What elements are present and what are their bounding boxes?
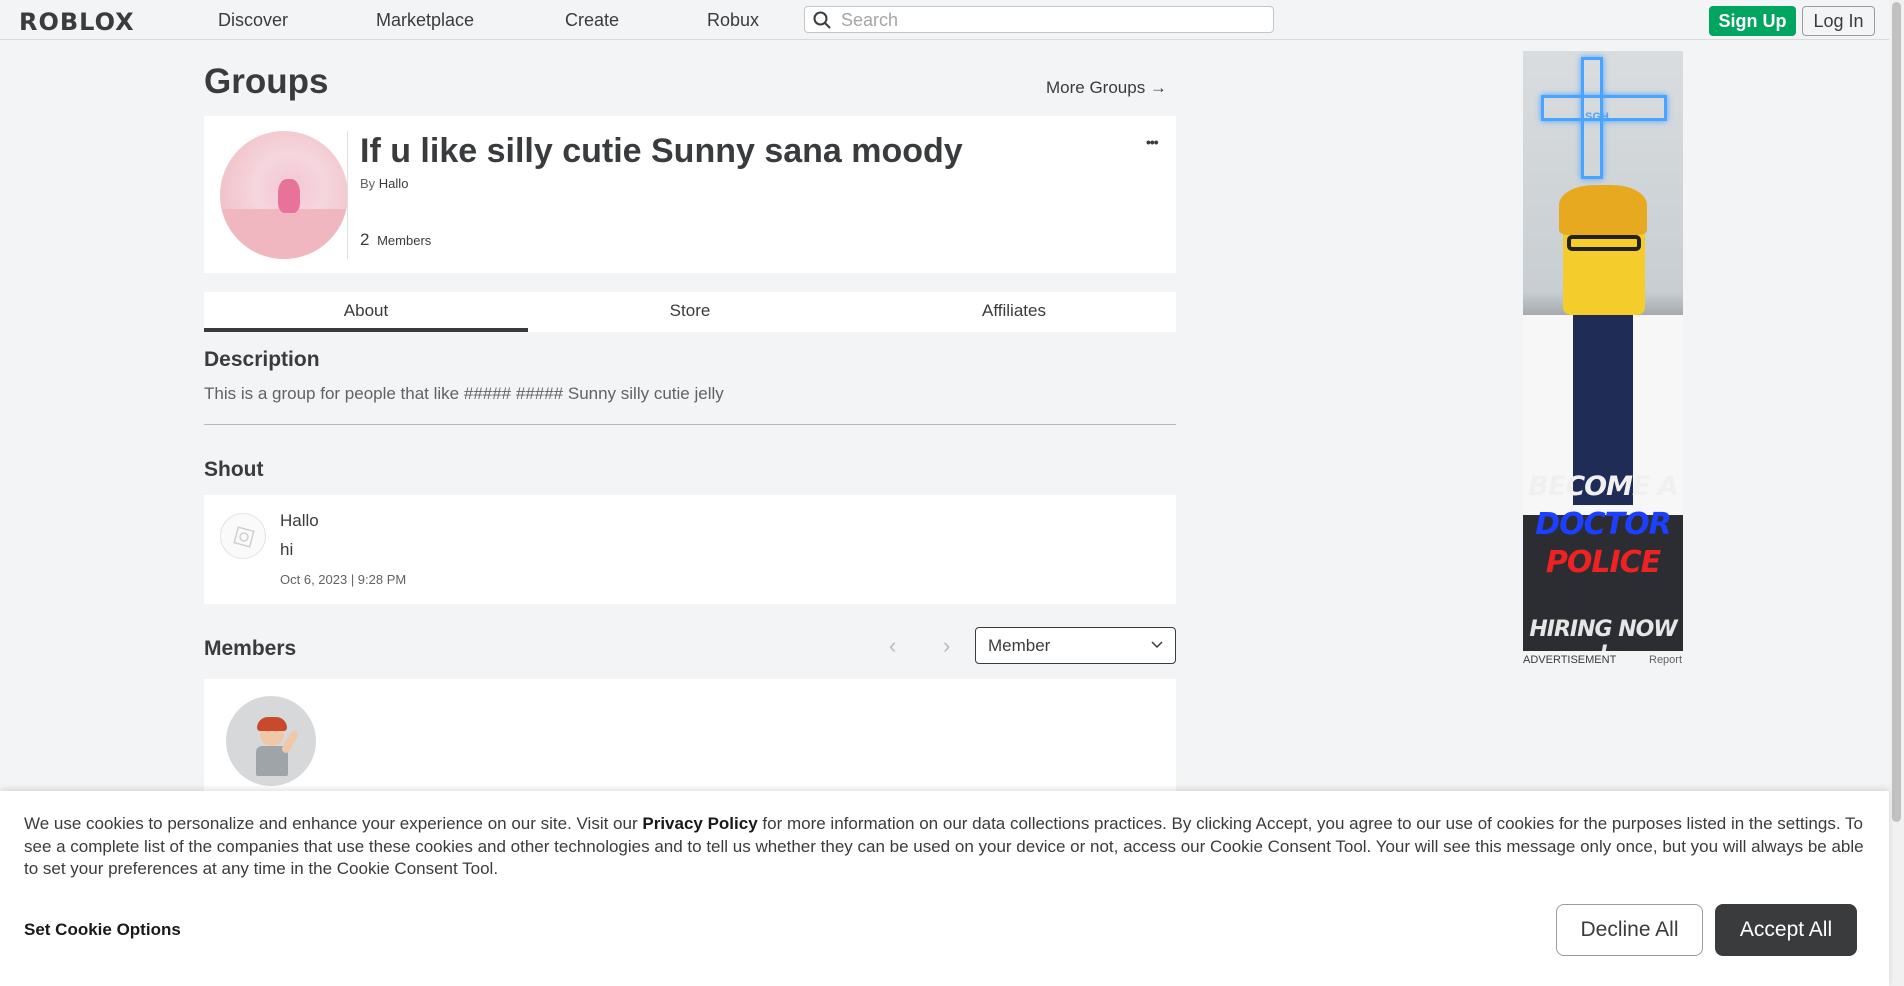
nav-robux[interactable]: Robux — [707, 10, 759, 31]
cookie-message: We use cookies to personalize and enhanc… — [24, 813, 1876, 881]
top-navigation: ROBLOX Discover Marketplace Create Robux… — [0, 0, 1904, 40]
ad-line-3: POLICE — [1545, 545, 1661, 580]
more-groups-link[interactable]: More Groups → — [1046, 78, 1167, 98]
nav-create[interactable]: Create — [565, 10, 619, 31]
search-icon — [813, 11, 831, 29]
advertisement-label: ADVERTISEMENT — [1523, 654, 1617, 666]
shout-card: Hallo hi Oct 6, 2023 | 9:28 PM — [204, 495, 1176, 604]
decline-all-button[interactable]: Decline All — [1556, 904, 1703, 956]
shout-heading: Shout — [204, 458, 264, 481]
advertisement-banner[interactable]: SGH BECOME A DOCTOR POLICE HIRING NOW ! — [1523, 51, 1683, 651]
description-text: This is a group for people that like ###… — [204, 384, 724, 403]
group-emblem — [220, 131, 348, 259]
privacy-policy-link[interactable]: Privacy Policy — [642, 814, 757, 833]
members-heading: Members — [204, 637, 297, 660]
nav-marketplace[interactable]: Marketplace — [376, 10, 474, 31]
roblox-logo[interactable]: ROBLOX — [19, 8, 135, 36]
member-avatar[interactable] — [226, 696, 316, 786]
search-box[interactable] — [804, 6, 1274, 33]
member-count-label: Members — [377, 233, 432, 248]
set-cookie-options-link[interactable]: Set Cookie Options — [24, 920, 181, 940]
shout-timestamp: Oct 6, 2023 | 9:28 PM — [280, 572, 407, 587]
description-heading: Description — [204, 348, 320, 371]
tab-affiliates[interactable]: Affiliates — [852, 292, 1176, 332]
scrollbar-thumb[interactable] — [1892, 2, 1901, 822]
by-prefix: By — [360, 176, 376, 191]
page-scrollbar[interactable] — [1889, 0, 1904, 986]
divider — [204, 424, 1176, 425]
members-list — [204, 679, 1176, 799]
cookie-banner: We use cookies to personalize and enhanc… — [0, 791, 1889, 986]
log-in-button[interactable]: Log In — [1802, 6, 1875, 36]
ad-line-4: HIRING NOW ! — [1529, 617, 1677, 651]
chevron-down-icon — [1151, 641, 1163, 649]
ad-report-link[interactable]: Report — [1649, 654, 1682, 666]
search-input[interactable] — [839, 9, 1263, 32]
group-header-card: If u like silly cutie Sunny sana moody B… — [204, 116, 1176, 273]
shout-username[interactable]: Hallo — [280, 511, 319, 531]
ad-cross-text: SGH — [1585, 111, 1609, 123]
role-dropdown-value: Member — [988, 636, 1051, 655]
shout-message: hi — [280, 540, 294, 559]
ad-line-2: DOCTOR — [1535, 507, 1672, 542]
accept-all-button[interactable]: Accept All — [1715, 904, 1857, 956]
chevron-right-icon[interactable]: › — [943, 633, 950, 659]
group-tabs: About Store Affiliates — [204, 292, 1176, 332]
more-options-icon[interactable]: ••• — [1146, 134, 1159, 150]
cookie-text-start: We use cookies to personalize and enhanc… — [24, 814, 643, 833]
owner-link[interactable]: Hallo — [379, 176, 409, 191]
tab-store[interactable]: Store — [528, 292, 852, 332]
sign-up-button[interactable]: Sign Up — [1709, 6, 1796, 36]
member-count: 2 Members — [360, 230, 431, 250]
ad-line-1: BECOME A — [1528, 471, 1678, 502]
group-owner-line: By Hallo — [360, 176, 408, 191]
group-name: If u like silly cutie Sunny sana moody — [360, 132, 963, 170]
avatar-placeholder-icon — [233, 526, 255, 548]
role-dropdown[interactable]: Member — [975, 627, 1176, 664]
nav-discover[interactable]: Discover — [218, 10, 288, 31]
shout-avatar[interactable] — [220, 513, 266, 559]
page-title: Groups — [204, 62, 329, 101]
divider — [347, 131, 348, 259]
member-count-number: 2 — [360, 230, 370, 249]
chevron-left-icon[interactable]: ‹ — [889, 633, 896, 659]
tab-about[interactable]: About — [204, 292, 528, 332]
